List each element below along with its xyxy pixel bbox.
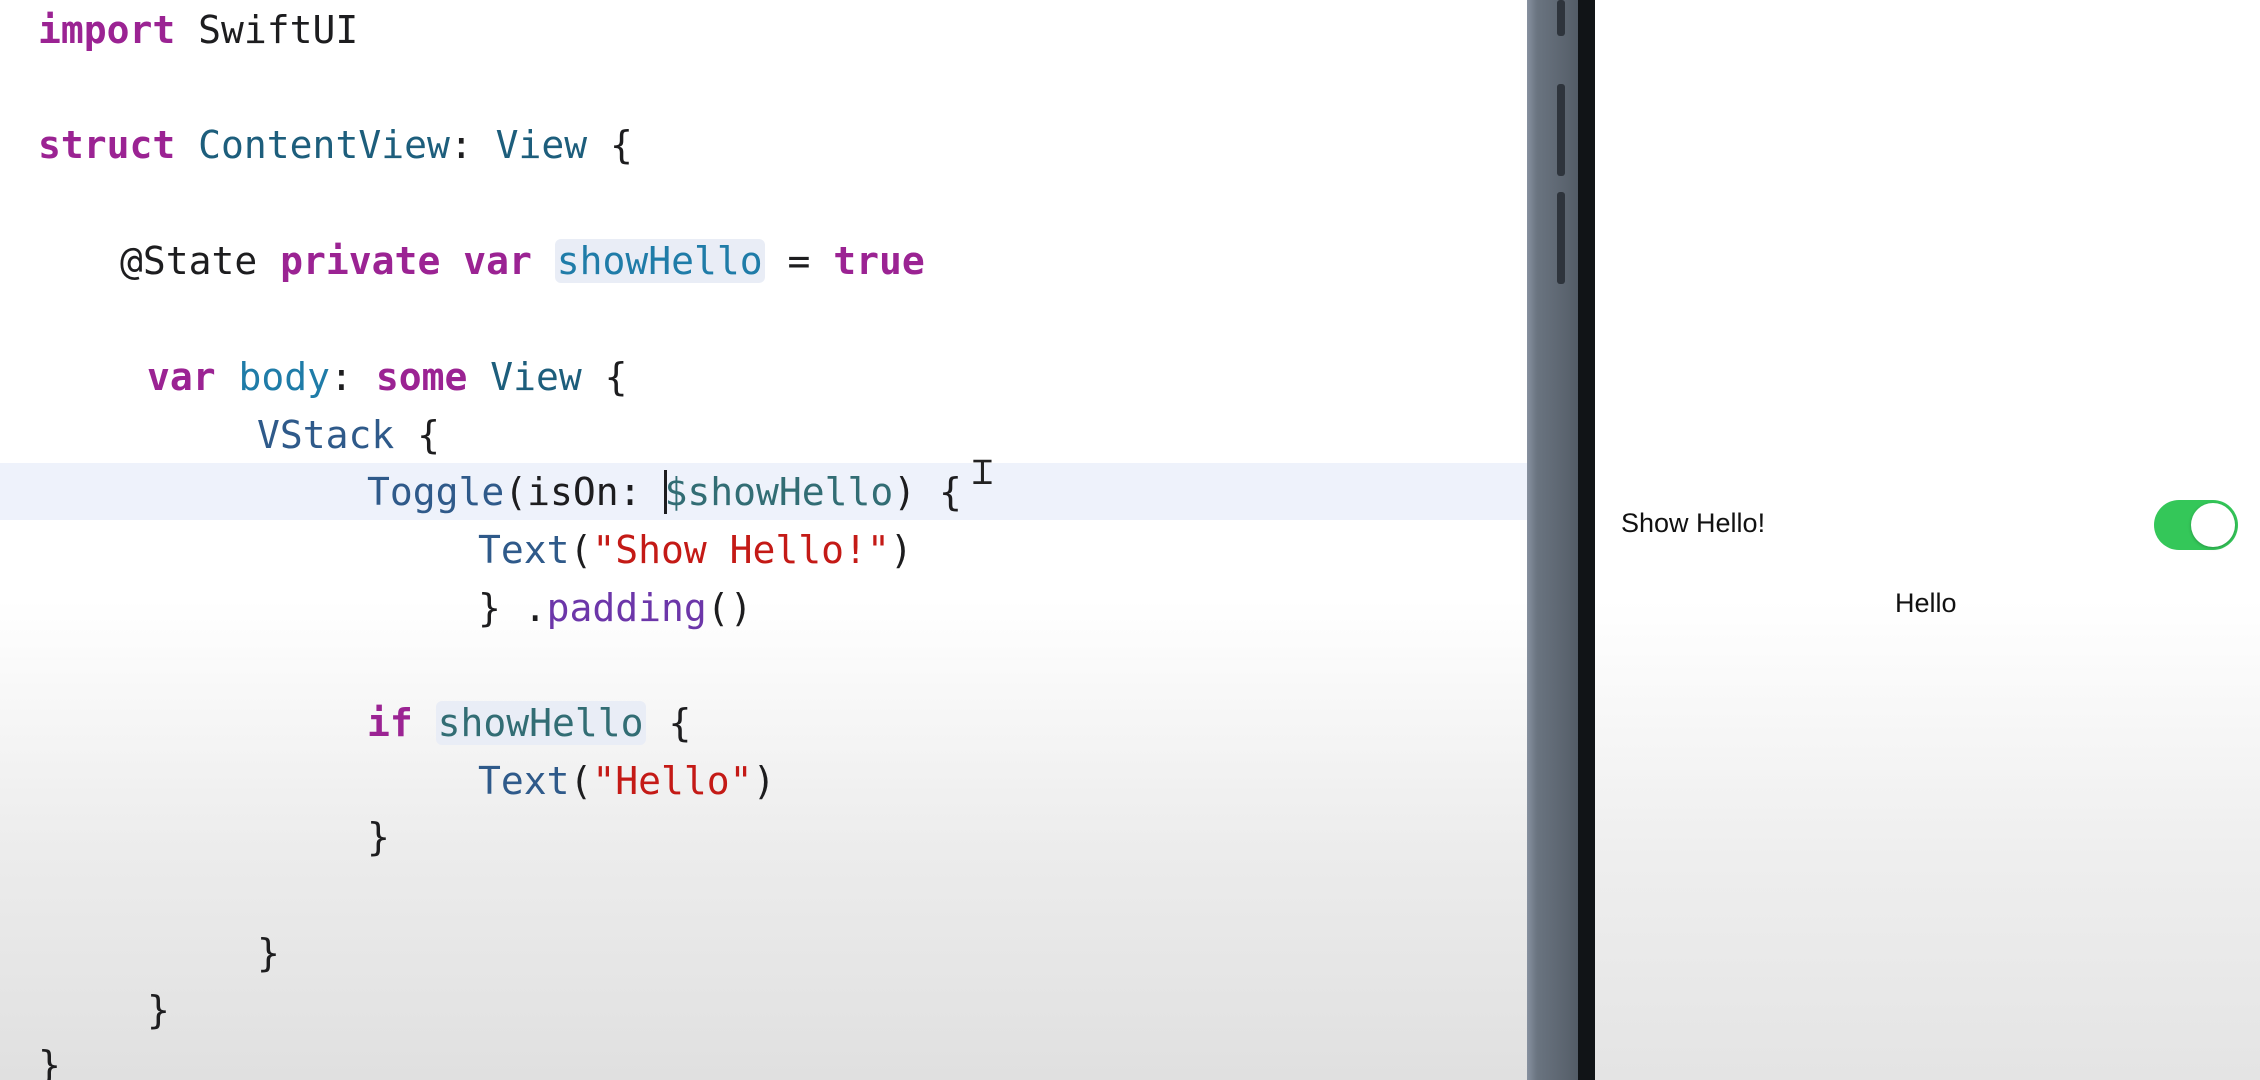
attribute: @State [120, 239, 258, 283]
string-literal: "Show Hello!" [592, 528, 890, 572]
argument-label: (isOn: [504, 470, 665, 514]
separator: : [330, 355, 376, 399]
device-side-button [1557, 0, 1565, 36]
brace: { [587, 123, 633, 167]
type-name: Text [478, 759, 570, 803]
type-name: Toggle [367, 470, 505, 514]
brace: } [147, 988, 170, 1032]
volume-down-button [1557, 192, 1565, 284]
variable-name: showHello [435, 701, 646, 745]
operator: = [764, 239, 834, 283]
brace: } . [478, 586, 547, 630]
toggle-label: Show Hello! [1621, 508, 1766, 538]
paren: ) [889, 528, 913, 572]
code-line-3[interactable]: @State private var showHello = true [120, 232, 925, 290]
type-name: Text [478, 528, 570, 572]
code-line-5[interactable]: VStack { [257, 406, 440, 464]
code-editor[interactable]: import SwiftUI struct ContentView: View … [0, 0, 1527, 1080]
keyword: some [375, 355, 468, 399]
code-line-4[interactable]: var body: some View { [147, 348, 628, 406]
paren: ( [569, 759, 593, 803]
volume-up-button [1557, 84, 1565, 176]
brace: } [257, 931, 280, 975]
type-name: ContentView [198, 123, 450, 167]
paren: ( [569, 528, 593, 572]
show-hello-toggle[interactable] [2154, 500, 2238, 550]
brace: { [394, 413, 441, 457]
type-name: View [490, 355, 582, 399]
module-name: SwiftUI [175, 8, 359, 52]
screen-edge [1578, 0, 1595, 1080]
binding-name: $showHello [664, 470, 894, 514]
toggle-knob [2191, 503, 2235, 547]
brace: } [38, 1043, 61, 1080]
code-line-2[interactable]: struct ContentView: View { [38, 116, 633, 174]
string-literal: "Hello" [592, 759, 753, 803]
keyword: private [280, 239, 441, 283]
simulator-screen: Show Hello! Hello [1595, 0, 2260, 1080]
brace: ) { [893, 470, 962, 514]
code-line-13[interactable]: } [147, 981, 170, 1039]
code-line-6[interactable]: Toggle(isOn: $showHello) { [367, 463, 962, 521]
variable-name: body [238, 355, 331, 399]
code-line-12[interactable]: } [257, 924, 280, 982]
text-caret [664, 469, 668, 514]
paren: () [706, 586, 753, 630]
paren: ) [752, 759, 776, 803]
brace: } [367, 815, 390, 859]
keyword: var [147, 355, 216, 399]
brace: { [581, 355, 628, 399]
keyword: true [833, 239, 925, 283]
keyword: struct [38, 123, 176, 167]
keyword: import [38, 8, 176, 52]
keyword: var [463, 239, 532, 283]
code-line-14[interactable]: } [38, 1036, 61, 1080]
hello-text: Hello [1895, 588, 1957, 618]
text-cursor-icon: Ɪ [973, 453, 992, 493]
type-name: VStack [257, 413, 395, 457]
method-name: padding [546, 586, 707, 630]
code-line-8[interactable]: } .padding() [478, 579, 753, 637]
code-line-9[interactable]: if showHello { [367, 694, 691, 752]
separator: : [449, 123, 496, 167]
code-line-11[interactable]: } [367, 808, 390, 866]
variable-name: showHello [554, 239, 765, 283]
type-name: View [495, 123, 588, 167]
code-line-10[interactable]: Text("Hello") [478, 752, 775, 810]
brace: { [645, 701, 692, 745]
keyword: if [367, 701, 413, 745]
code-line-1[interactable]: import SwiftUI [38, 1, 358, 59]
code-line-7[interactable]: Text("Show Hello!") [478, 521, 913, 579]
